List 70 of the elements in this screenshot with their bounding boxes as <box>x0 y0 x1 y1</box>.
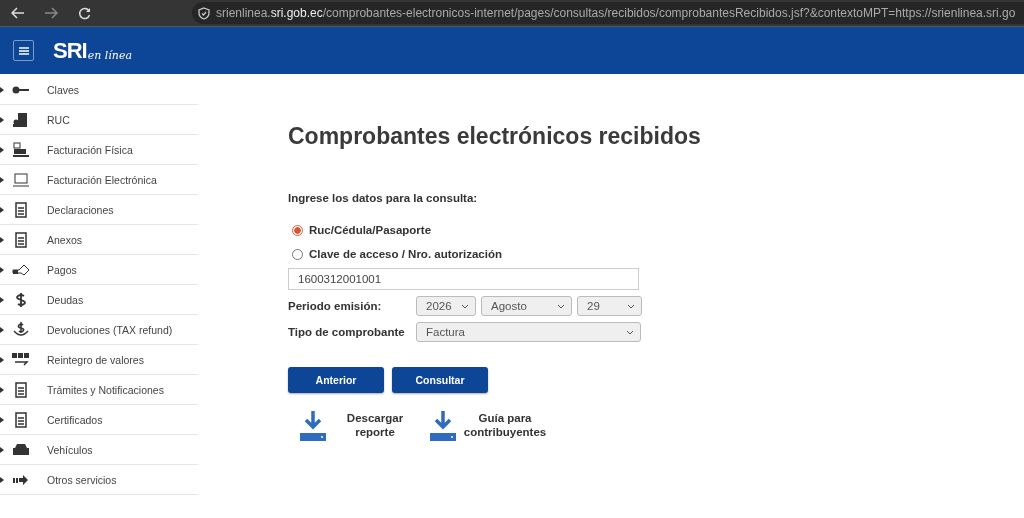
caret-icon <box>0 206 4 213</box>
sidebar-item[interactable]: Claves <box>0 75 198 105</box>
caret-icon <box>0 146 4 153</box>
radio-button[interactable] <box>292 224 303 236</box>
laptop-icon <box>12 171 30 188</box>
dollar-arrow-icon <box>12 321 30 338</box>
shield-icon <box>198 6 210 20</box>
sidebar-item[interactable]: Facturación Electrónica <box>0 165 198 195</box>
caret-icon <box>0 446 4 453</box>
chevron-icon <box>461 303 469 309</box>
id-input-field[interactable]: 1600312001001 <box>288 268 639 290</box>
download-icon <box>430 411 456 441</box>
back-icon[interactable] <box>11 7 25 19</box>
caret-icon <box>0 266 4 273</box>
download-link[interactable]: Descargar reporte <box>330 411 420 439</box>
document-icon <box>12 411 30 428</box>
cards-icon <box>12 351 30 368</box>
download-link[interactable]: Guía para contribuyentes <box>460 411 550 439</box>
sidebar-item[interactable]: Reintegro de valores <box>0 345 198 375</box>
day-select[interactable]: 29 <box>577 296 642 316</box>
sidebar-item[interactable]: RUC <box>0 105 198 135</box>
address-bar[interactable]: srienlinea.sri.gob.ec/comprobantes-electronicos-internet/pages/consultas/recibidos/comprobantesRecibidos.jsf?&contextoMPT=https://srienlinea.sri.go <box>192 2 1024 24</box>
sidebar-item[interactable]: Vehículos <box>0 435 198 465</box>
url-text: srienlinea.sri.gob.ec/comprobantes-electronicos-internet/pages/consultas/recibidos/comprobantesRecibidos.jsf?&contextoMPT=https://srienlinea.sri.go <box>216 6 1016 20</box>
caret-icon <box>0 116 4 123</box>
sidebar-item[interactable]: Certificados <box>0 405 198 435</box>
menu-button[interactable] <box>13 40 34 61</box>
caret-icon <box>0 296 4 303</box>
receipt-type-select[interactable]: Factura <box>416 322 641 342</box>
caret-icon <box>0 176 4 183</box>
document-icon <box>12 201 30 218</box>
form-prompt: Ingrese los datos para la consulta: <box>288 192 479 204</box>
sidebar-item[interactable]: Pagos <box>0 255 198 285</box>
reload-icon[interactable] <box>77 6 91 20</box>
radio-option[interactable]: Clave de acceso / Nro. autorización <box>288 248 768 260</box>
document-icon <box>12 231 30 248</box>
car-icon <box>12 441 30 458</box>
logo-text: SRI <box>53 37 87 64</box>
cash-register-icon <box>12 141 30 158</box>
document-icon <box>12 381 30 398</box>
caret-icon <box>0 326 4 333</box>
sidebar-item[interactable]: Devoluciones (TAX refund) <box>0 315 198 345</box>
sidebar-item[interactable]: Trámites y Notificaciones <box>0 375 198 405</box>
caret-icon <box>0 416 4 423</box>
caret-icon <box>0 86 4 93</box>
chevron-icon <box>626 329 634 335</box>
forward-icon[interactable] <box>44 7 58 19</box>
logo-script-text: en línea <box>87 48 132 62</box>
sidebar-item[interactable]: Anexos <box>0 225 198 255</box>
caret-icon <box>0 386 4 393</box>
sidebar-item[interactable]: Otros servicios <box>0 465 198 495</box>
caret-icon <box>0 476 4 483</box>
receipt-type-label: Tipo de comprobante <box>288 326 406 338</box>
menu-icon <box>18 46 29 55</box>
chevron-icon <box>557 303 565 309</box>
radio-option[interactable]: Ruc/Cédula/Pasaporte <box>288 224 768 236</box>
year-select[interactable]: 2026 <box>416 296 476 316</box>
page-title: Comprobantes electrónicos recibidos <box>288 122 701 151</box>
caret-icon <box>0 236 4 243</box>
period-label: Periodo emisión: <box>288 300 383 312</box>
form-button[interactable]: Consultar <box>392 367 488 393</box>
form-button[interactable]: Anterior <box>288 367 384 393</box>
chevron-icon <box>627 303 635 309</box>
building-icon <box>12 111 30 128</box>
sidebar-item[interactable]: Deudas <box>0 285 198 315</box>
download-icon <box>300 411 326 441</box>
caret-icon <box>0 356 4 363</box>
sidebar-item[interactable]: Facturación Física <box>0 135 198 165</box>
sidebar-item[interactable]: Declaraciones <box>0 195 198 225</box>
month-select[interactable]: Agosto <box>481 296 572 316</box>
